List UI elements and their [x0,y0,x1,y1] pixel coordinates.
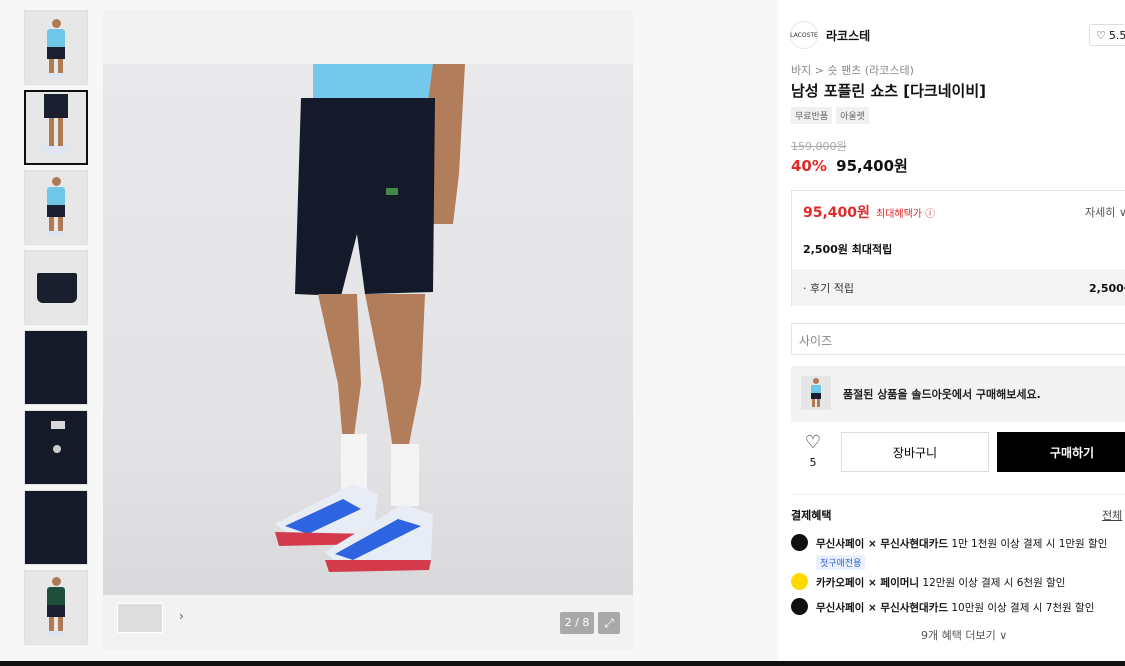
sale-price: 95,400원 [836,157,908,175]
wishlist-button[interactable]: ♡ 5 [801,432,825,470]
thumbnail-5[interactable] [24,330,88,405]
add-to-cart-button[interactable]: 장바구니 [841,432,989,472]
thumbnail-6[interactable] [24,410,88,485]
payment-benefits-title: 결제혜택 [791,509,832,522]
thumbnail-2[interactable] [24,90,88,165]
payment-benefit-item[interactable]: 무신사페이 × 무신사현대카드 10만원 이상 결제 시 7천원 할인 [791,598,1095,615]
review-points-value: 2,500원 [1089,282,1125,295]
kakao-pay-logo [791,573,808,590]
payment-brand: 무신사페이 × 무신사현대카드 [816,602,949,614]
chevron-right-icon[interactable]: › [179,609,184,623]
mini-thumbnail[interactable] [117,603,163,633]
image-counter: 2 / 8 [560,612,594,634]
product-info-panel: LACOSTE 라코스테 ♡ 5.5 바지 > 숏 팬츠 (라코스테) 남성 포… [778,0,1125,661]
soldout-product-image [801,376,831,410]
musinsa-pay-logo [791,534,808,551]
product-page: › 2 / 8 ⤢ LACOSTE 라코스테 ♡ 5.5 바지 > 숏 팬츠 (… [0,0,1125,666]
benefit-box: 95,400원 최대혜택가 ⓘ 자세히 ∨ 2,500원 최대적립 · 후기 적… [791,190,1125,306]
tag-free-return: 무료반품 [791,107,833,124]
payment-benefit-text: 10만원 이상 결제 시 7천원 할인 [951,602,1095,614]
thumbnail-1[interactable] [24,10,88,85]
divider [791,494,1125,495]
product-title: 남성 포플린 쇼츠 [다크네이비] [791,82,986,100]
gallery-strip[interactable]: › [117,603,277,635]
bottom-bar [0,661,1125,666]
price-row: 40% 95,400원 [791,155,908,176]
payment-benefits-all-link[interactable]: 전체 [1102,507,1122,523]
model-figure [46,577,66,636]
brand-name[interactable]: 라코스테 [826,27,870,44]
label-detail [51,421,65,429]
thumbnail-7[interactable] [24,490,88,565]
brand-logo: LACOSTE [790,21,818,49]
review-points-row: · 후기 적립 2,500원 [792,269,1125,306]
brand-row[interactable]: LACOSTE 라코스테 [790,20,870,50]
model-figure [46,177,66,236]
first-purchase-badge: 첫구매전용 [816,555,866,570]
thumbnail-8[interactable] [24,570,88,645]
original-price: 159,000원 [791,140,847,153]
model-figure [46,19,66,78]
payment-benefit-item[interactable]: 무신사페이 × 무신사현대카드 1만 1천원 이상 결제 시 1만원 할인 첫구… [791,534,1108,570]
wishlist-count: 5 [809,456,817,469]
payment-benefit-item[interactable]: 카카오페이 × 페이머니 12만원 이상 결제 시 6천원 할인 [791,573,1066,590]
more-benefits-link[interactable]: 9개 혜택 더보기 ∨ [921,627,1007,643]
max-points: 2,500원 최대적립 [803,243,893,256]
soldout-text: 품절된 상품을 솔드아웃에서 구매해보세요. [843,388,1041,401]
button-detail [53,445,61,453]
review-points-label: · 후기 적립 [803,282,854,295]
payment-benefit-text: 1만 1천원 이상 결제 시 1만원 할인 [951,538,1108,550]
buy-now-button[interactable]: 구매하기 [997,432,1125,472]
shorts-image [37,273,77,303]
model-figure [42,94,70,154]
payment-brand: 카카오페이 × 페이머니 [816,577,920,589]
heart-icon: ♡ [1096,28,1106,42]
brand-like-button[interactable]: ♡ 5.5 [1089,24,1125,46]
payment-benefit-text: 12만원 이상 결제 시 6천원 할인 [922,577,1066,589]
max-benefit-label[interactable]: 최대혜택가 ⓘ [876,205,935,220]
heart-icon: ♡ [804,432,822,453]
thumbnail-3[interactable] [24,170,88,245]
payment-brand: 무신사페이 × 무신사현대카드 [816,538,949,550]
soldout-banner[interactable]: 품절된 상품을 솔드아웃에서 구매해보세요. [791,366,1125,422]
musinsa-pay-logo [791,598,808,615]
max-benefit-price: 95,400원 [803,205,870,221]
model-shorts-illustration [275,64,465,572]
size-select[interactable]: 사이즈 [791,323,1125,355]
benefit-detail-link[interactable]: 자세히 ∨ [1085,204,1125,220]
thumbnail-4[interactable] [24,250,88,325]
expand-icon[interactable]: ⤢ [598,612,620,634]
discount-rate: 40% [791,157,827,175]
thumbnail-list [24,10,88,650]
tag-outlet: 아울렛 [836,107,869,124]
breadcrumb[interactable]: 바지 > 숏 팬츠 (라코스테) [791,62,914,78]
brand-like-count: 5.5 [1108,28,1125,42]
main-product-image[interactable]: › 2 / 8 ⤢ [103,10,633,650]
product-photo [103,64,633,595]
product-tags: 무료반품 아울렛 [791,107,869,124]
